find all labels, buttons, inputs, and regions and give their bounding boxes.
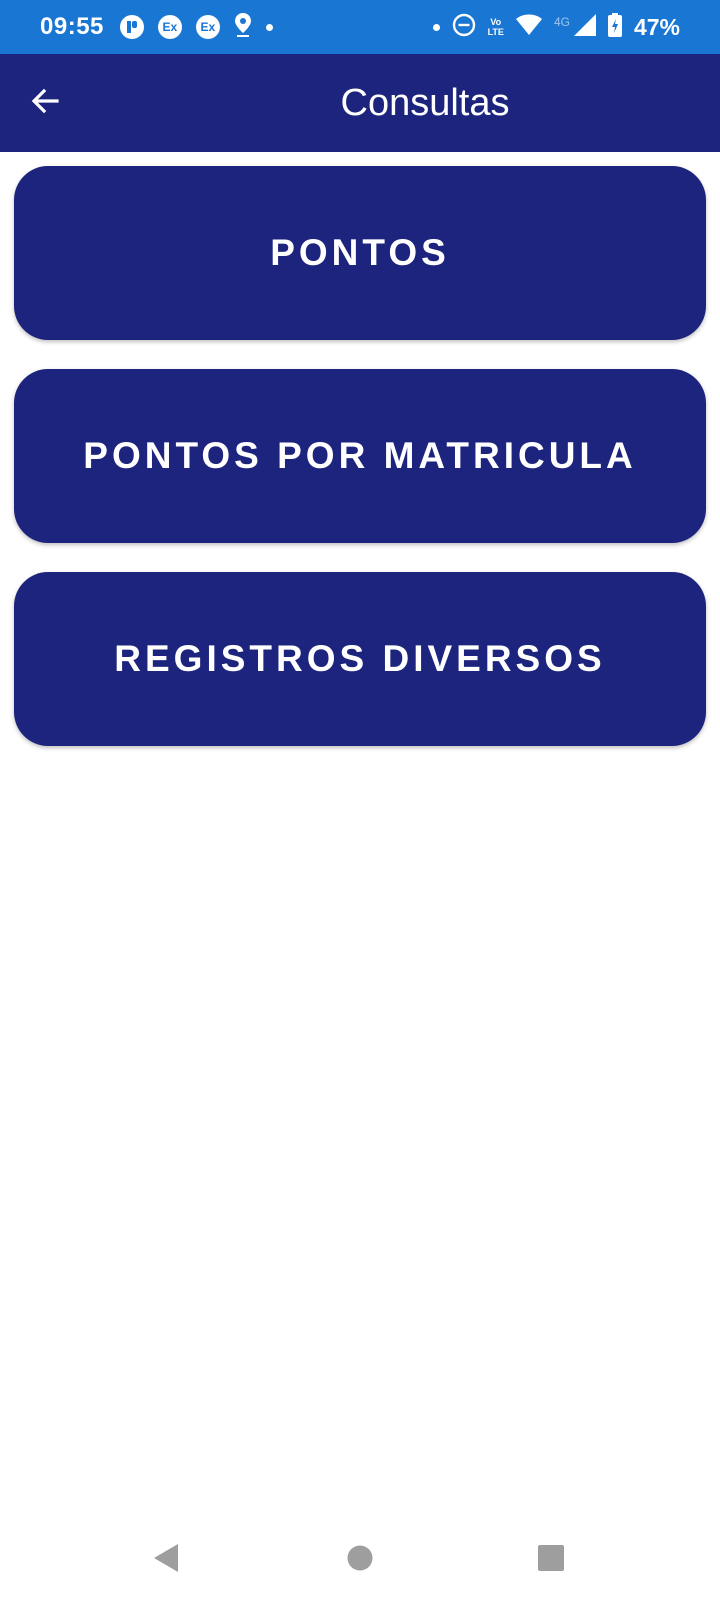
do-not-disturb-icon: [452, 13, 476, 42]
triangle-back-icon: [152, 1543, 180, 1578]
page-title: Consultas: [340, 82, 510, 124]
more-notifications-dot: [265, 23, 273, 31]
network-type: 4G: [553, 15, 570, 29]
menu-list: PONTOS PONTOS POR MATRICULA REGISTROS DI…: [14, 166, 706, 775]
circle-home-icon: [346, 1544, 374, 1577]
wifi-icon: [515, 14, 542, 41]
pontos-button[interactable]: PONTOS: [14, 166, 706, 340]
navigation-bar: [0, 1520, 720, 1600]
battery-icon: [607, 12, 622, 42]
nav-home-button[interactable]: [320, 1520, 400, 1600]
square-recents-icon: [537, 1544, 565, 1577]
status-time: 09:55: [40, 13, 104, 40]
pontos-por-matricula-button[interactable]: PONTOS POR MATRICULA: [14, 369, 706, 543]
ex-icon: Ex: [195, 15, 220, 39]
volte-icon: Vo LTE: [487, 17, 504, 37]
indicator-dot: [432, 23, 440, 31]
system-icons: Vo LTE 4G 47%: [432, 12, 680, 42]
nav-back-button[interactable]: [126, 1520, 206, 1600]
app-notification-icon: [119, 15, 144, 39]
notification-icons: Ex Ex: [119, 12, 273, 43]
battery-percent: 47%: [633, 13, 680, 40]
status-bar: 09:55 Ex Ex Vo LTE 4G 47%: [0, 0, 720, 54]
nav-recents-button[interactable]: [511, 1520, 591, 1600]
signal-icon: [573, 13, 596, 41]
app-bar: Consultas: [0, 54, 720, 152]
location-icon: [234, 12, 252, 43]
registros-diversos-button[interactable]: REGISTROS DIVERSOS: [14, 572, 706, 746]
ex-icon: Ex: [157, 15, 182, 39]
